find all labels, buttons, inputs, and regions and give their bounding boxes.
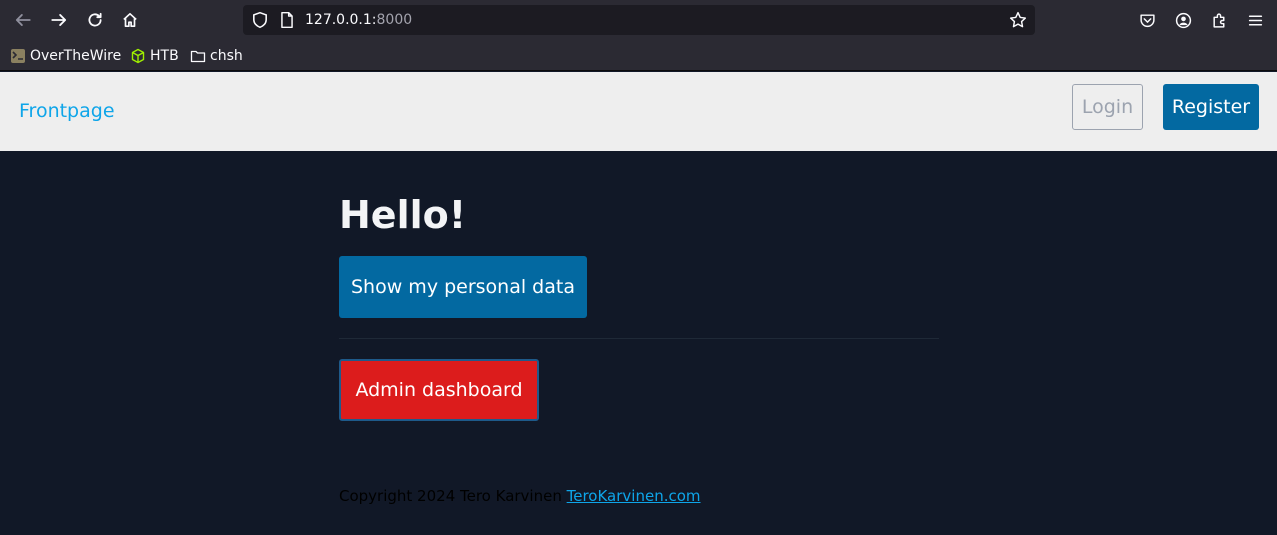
bookmark-label: chsh [210,48,243,64]
bookmark-overthewire[interactable]: OverTheWire [10,46,121,66]
show-personal-data-button[interactable]: Show my personal data [339,256,587,318]
puzzle-piece-icon [1212,12,1224,28]
account-button[interactable] [1173,10,1193,30]
reload-icon [88,12,102,27]
bookmark-chsh[interactable]: chsh [190,46,243,66]
htb-cube-icon [130,48,146,64]
forward-arrow-icon [51,14,67,26]
home-button[interactable] [118,8,142,32]
frontpage-link[interactable]: Frontpage [19,100,115,122]
bookmark-star-icon[interactable] [1009,11,1027,29]
url-text[interactable]: 127.0.0.1:8000 [305,11,412,29]
forward-button[interactable] [47,8,71,32]
page-title: Hello! [339,193,467,237]
copyright-text: Copyright 2024 Tero Karvinen [339,487,567,505]
bookmarks-bar: OverTheWire HTB chsh [0,40,1277,71]
pocket-icon [1139,13,1155,27]
footer: Copyright 2024 Tero Karvinen TeroKarvine… [339,487,701,505]
site-header: Frontpage Login Register [0,72,1277,151]
overthewire-icon [10,48,26,64]
account-icon [1175,12,1191,28]
folder-icon [190,48,206,64]
pocket-button[interactable] [1137,10,1157,30]
extensions-button[interactable] [1209,10,1229,30]
back-button[interactable] [11,8,35,32]
home-icon [123,12,137,28]
page-icon[interactable] [278,11,296,29]
shield-icon[interactable] [251,11,269,29]
divider [339,338,939,339]
back-arrow-icon [15,14,31,26]
reload-button[interactable] [83,8,107,32]
bookmark-htb[interactable]: HTB [130,46,179,66]
bookmark-label: HTB [150,48,179,64]
url-port: 8000 [376,12,413,28]
bookmark-label: OverTheWire [30,48,122,64]
register-button[interactable]: Register [1163,84,1259,130]
url-host: 127.0.0.1: [305,12,377,28]
terokarvinen-link[interactable]: TeroKarvinen.com [567,487,701,505]
url-bar[interactable]: 127.0.0.1:8000 [243,5,1035,35]
main-content: Hello! Show my personal data Admin dashb… [0,151,1277,535]
menu-button[interactable] [1245,10,1265,30]
browser-toolbar: 127.0.0.1:8000 [0,0,1277,40]
admin-dashboard-button[interactable]: Admin dashboard [339,359,539,421]
login-button[interactable]: Login [1072,84,1143,130]
hamburger-menu-icon [1248,14,1262,26]
